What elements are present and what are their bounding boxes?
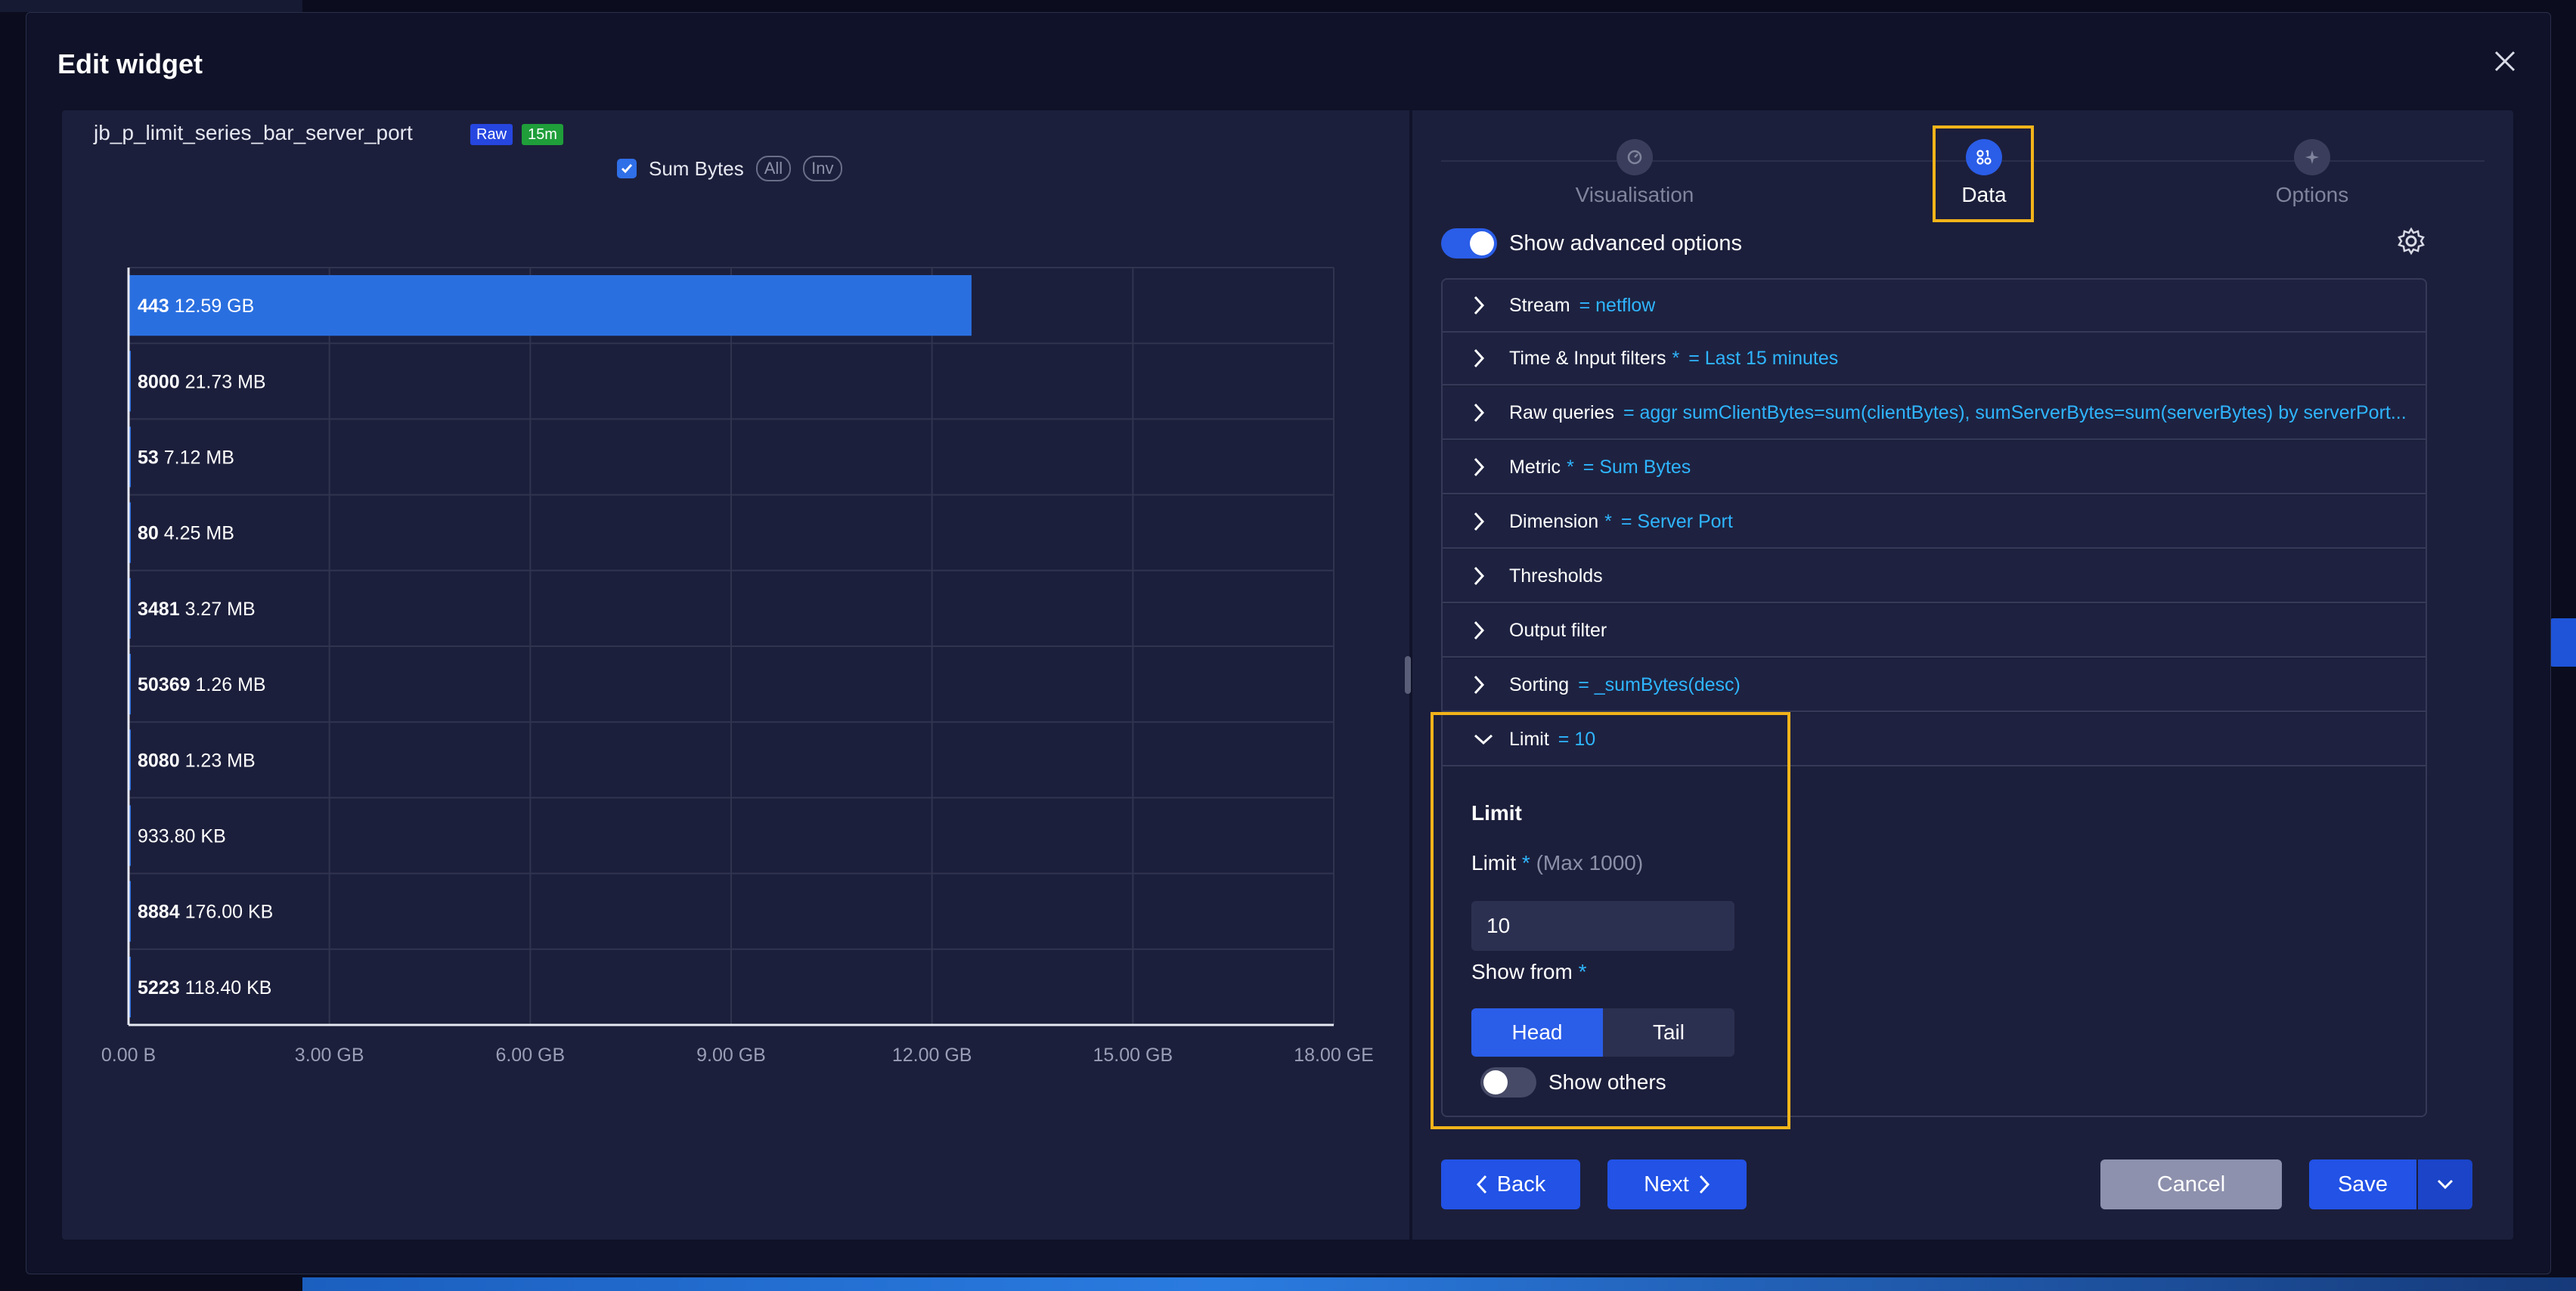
x-tick-label: 15.00 GB xyxy=(1093,1045,1173,1066)
chart-icon xyxy=(1617,139,1653,175)
bar-label: 8884 176.00 KB xyxy=(138,902,273,923)
required-marker: * xyxy=(1672,347,1680,369)
section-label: Time & Input filters xyxy=(1509,347,1666,369)
section-value: = Sum Bytes xyxy=(1582,456,1691,478)
x-tick-label: 9.00 GB xyxy=(696,1045,766,1066)
section-label: Sorting xyxy=(1509,673,1570,695)
back-label: Back xyxy=(1496,1172,1546,1197)
value-label: 21.73 MB xyxy=(185,371,266,392)
section-output-filter[interactable]: Output filter xyxy=(1443,605,2426,658)
limit-section-highlight xyxy=(1431,712,1790,1129)
chevron-right-icon xyxy=(1474,621,1485,640)
required-marker: * xyxy=(1567,456,1574,478)
chevron-right-icon xyxy=(1474,512,1485,531)
close-button[interactable] xyxy=(2488,44,2522,79)
bar-label: 5223 118.40 KB xyxy=(138,977,271,998)
section-thresholds[interactable]: Thresholds xyxy=(1443,550,2426,603)
side-tab[interactable] xyxy=(2549,618,2576,667)
category-label: 5223 xyxy=(138,977,185,998)
advanced-options-label: Show advanced options xyxy=(1509,231,1742,255)
bar-label: 8000 21.73 MB xyxy=(138,371,266,392)
category-label: 8080 xyxy=(138,750,185,771)
bar-label: 443 12.59 GB xyxy=(138,296,254,317)
backdrop-strip xyxy=(302,1277,2576,1291)
save-button[interactable]: Save xyxy=(2309,1159,2416,1209)
section-label: Raw queries xyxy=(1509,401,1614,423)
bar-label: 933.80 KB xyxy=(138,826,226,847)
category-label: 3481 xyxy=(138,599,185,620)
value-label: 176.00 KB xyxy=(185,902,274,923)
sparkle-icon xyxy=(2294,139,2330,175)
section-label: Dimension xyxy=(1509,510,1599,532)
bar xyxy=(129,275,972,336)
section-label: Output filter xyxy=(1509,619,1607,641)
settings-button[interactable] xyxy=(2395,225,2427,261)
category-label: 8884 xyxy=(138,902,185,923)
bar-chart: 0.00 B 3.00 GB 6.00 GB 9.00 GB 12.00 GB 15.00… xyxy=(101,267,1374,1066)
section-dimension[interactable]: Dimension * = Server Port xyxy=(1443,496,2426,549)
next-button[interactable]: Next xyxy=(1607,1159,1747,1209)
section-value: = Server Port xyxy=(1620,510,1733,532)
data-step-highlight xyxy=(1933,125,2034,222)
bar-label: 50369 1.26 MB xyxy=(138,674,266,695)
x-tick-label: 6.00 GB xyxy=(495,1045,565,1066)
advanced-options-toggle[interactable] xyxy=(1441,228,1497,259)
value-label: 118.40 KB xyxy=(185,977,272,998)
chevron-right-icon xyxy=(1474,457,1485,477)
cancel-button[interactable]: Cancel xyxy=(2100,1159,2282,1209)
section-value: = netflow xyxy=(1579,294,1656,316)
close-icon xyxy=(2494,51,2516,72)
save-options-dropdown[interactable] xyxy=(2418,1159,2472,1209)
value-label: 933.80 KB xyxy=(138,826,226,847)
section-label: Thresholds xyxy=(1509,565,1603,587)
value-label: 3.27 MB xyxy=(185,599,256,620)
toggle-knob xyxy=(1470,231,1494,255)
chevron-right-icon xyxy=(1474,348,1485,368)
chevron-right-icon xyxy=(1474,675,1485,695)
required-marker: * xyxy=(1604,510,1612,532)
chevron-right-icon xyxy=(1474,403,1485,423)
section-stream[interactable]: Stream = netflow xyxy=(1443,280,2426,333)
value-label: 1.23 MB xyxy=(185,750,256,771)
next-label: Next xyxy=(1644,1172,1689,1197)
chevron-down-icon xyxy=(2437,1179,2454,1190)
chevron-right-icon xyxy=(1474,296,1485,315)
step-label: Options xyxy=(2275,183,2349,206)
section-value: = aggr sumClientBytes=sum(clientBytes), … xyxy=(1623,401,2407,423)
section-label: Stream xyxy=(1509,294,1570,316)
category-label: 50369 xyxy=(138,674,195,695)
value-label: 4.25 MB xyxy=(164,523,234,544)
section-metric[interactable]: Metric * = Sum Bytes xyxy=(1443,441,2426,494)
section-label: Metric xyxy=(1509,456,1561,478)
gear-icon xyxy=(2398,227,2425,255)
value-label: 7.12 MB xyxy=(164,447,234,469)
section-time-input-filters[interactable]: Time & Input filters * = Last 15 minutes xyxy=(1443,333,2426,385)
x-tick-label: 3.00 GB xyxy=(295,1045,364,1066)
category-label: 443 xyxy=(138,296,175,317)
chevron-left-icon xyxy=(1476,1175,1486,1194)
bar-label: 3481 3.27 MB xyxy=(138,599,256,620)
section-value: = _sumBytes(desc) xyxy=(1578,673,1741,695)
bar-label: 80 4.25 MB xyxy=(138,523,234,544)
value-label: 12.59 GB xyxy=(175,296,255,317)
section-raw-queries[interactable]: Raw queries = aggr sumClientBytes=sum(cl… xyxy=(1443,387,2426,440)
back-button[interactable]: Back xyxy=(1441,1159,1580,1209)
bar-label: 8080 1.23 MB xyxy=(138,750,256,771)
section-value: = Last 15 minutes xyxy=(1688,347,1839,369)
chevron-right-icon xyxy=(1474,566,1485,586)
section-sorting[interactable]: Sorting = _sumBytes(desc) xyxy=(1443,659,2426,712)
bar-label: 53 7.12 MB xyxy=(138,447,234,469)
x-tick-label: 18.00 GE xyxy=(1294,1045,1374,1066)
step-options[interactable]: Options xyxy=(2221,139,2403,207)
step-label: Visualisation xyxy=(1575,183,1694,206)
category-label: 53 xyxy=(138,447,164,469)
category-label: 8000 xyxy=(138,371,185,392)
value-label: 1.26 MB xyxy=(195,674,265,695)
x-tick-label: 0.00 B xyxy=(101,1045,156,1066)
category-label: 80 xyxy=(138,523,164,544)
advanced-options-row: Show advanced options xyxy=(1441,228,1742,259)
x-tick-label: 12.00 GB xyxy=(892,1045,972,1066)
step-visualisation[interactable]: Visualisation xyxy=(1544,139,1725,207)
chevron-right-icon xyxy=(1699,1175,1710,1194)
